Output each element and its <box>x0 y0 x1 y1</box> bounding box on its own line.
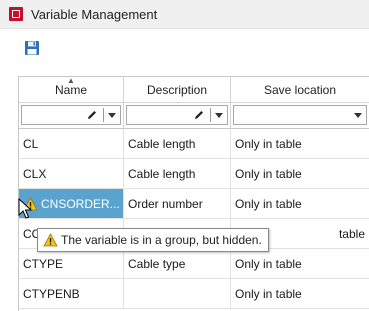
filter-cell-description <box>124 103 231 129</box>
cell-name[interactable]: CL <box>19 129 124 159</box>
filter-cell-name <box>19 103 124 129</box>
mouse-pointer-icon <box>18 198 32 219</box>
pencil-icon[interactable] <box>85 108 99 122</box>
chevron-down-icon[interactable] <box>215 112 223 118</box>
table-body: CL Cable length Only in table CLX Cable … <box>19 129 369 309</box>
variables-table: ▲ Name Description Save location CL Cabl… <box>18 76 369 311</box>
description-filter-input[interactable] <box>126 105 228 125</box>
cell-name[interactable]: CTYPENB <box>19 279 124 309</box>
window-title: Variable Management <box>31 6 158 22</box>
app-logo-icon <box>9 7 23 21</box>
cell-description[interactable] <box>124 279 231 309</box>
cell-save-location[interactable]: Only in table <box>231 249 369 279</box>
table-row[interactable]: CL Cable length Only in table <box>19 129 369 159</box>
cell-description[interactable]: Order number <box>124 189 231 219</box>
name-filter-input[interactable] <box>21 105 121 125</box>
cell-description[interactable]: Cable type <box>124 249 231 279</box>
chevron-down-icon[interactable] <box>354 112 362 118</box>
cell-name[interactable]: CLX <box>19 159 124 189</box>
table-row[interactable]: CTYPE Cable type Only in table <box>19 249 369 279</box>
save-location-filter-select[interactable] <box>233 105 367 125</box>
cell-save-location[interactable]: Only in table <box>231 189 369 219</box>
tooltip-text: The variable is in a group, but hidden. <box>61 233 262 247</box>
cell-save-location[interactable]: Only in table <box>231 279 369 309</box>
table-row-selected[interactable]: CNSORDER... Order number Only in table <box>19 189 369 219</box>
cell-save-location[interactable]: Only in table <box>231 129 369 159</box>
column-header-name[interactable]: ▲ Name <box>19 77 124 103</box>
title-bar: Variable Management <box>0 0 369 29</box>
chevron-down-icon[interactable] <box>108 112 116 118</box>
cell-description[interactable]: Cable length <box>124 159 231 189</box>
cell-name[interactable]: CTYPE <box>19 249 124 279</box>
table-header: ▲ Name Description Save location <box>19 77 369 103</box>
filter-cell-save-location <box>231 103 369 129</box>
filter-separator <box>210 108 211 122</box>
pencil-icon[interactable] <box>192 108 206 122</box>
table-row[interactable]: CTYPENB Only in table <box>19 279 369 309</box>
table-row[interactable]: CLX Cable length Only in table <box>19 159 369 189</box>
sort-ascending-icon: ▲ <box>67 76 75 85</box>
column-header-save-location[interactable]: Save location <box>231 77 369 103</box>
filter-separator <box>103 108 104 122</box>
cell-description[interactable]: Cable length <box>124 129 231 159</box>
warning-icon <box>43 233 58 247</box>
cell-name[interactable]: CNSORDER... <box>19 189 124 219</box>
filter-row <box>19 103 369 129</box>
floppy-disk-icon <box>25 41 39 55</box>
warning-tooltip: The variable is in a group, but hidden. <box>37 228 269 252</box>
cell-save-location[interactable]: Only in table <box>231 159 369 189</box>
save-button[interactable] <box>24 40 40 56</box>
column-header-description[interactable]: Description <box>124 77 231 103</box>
